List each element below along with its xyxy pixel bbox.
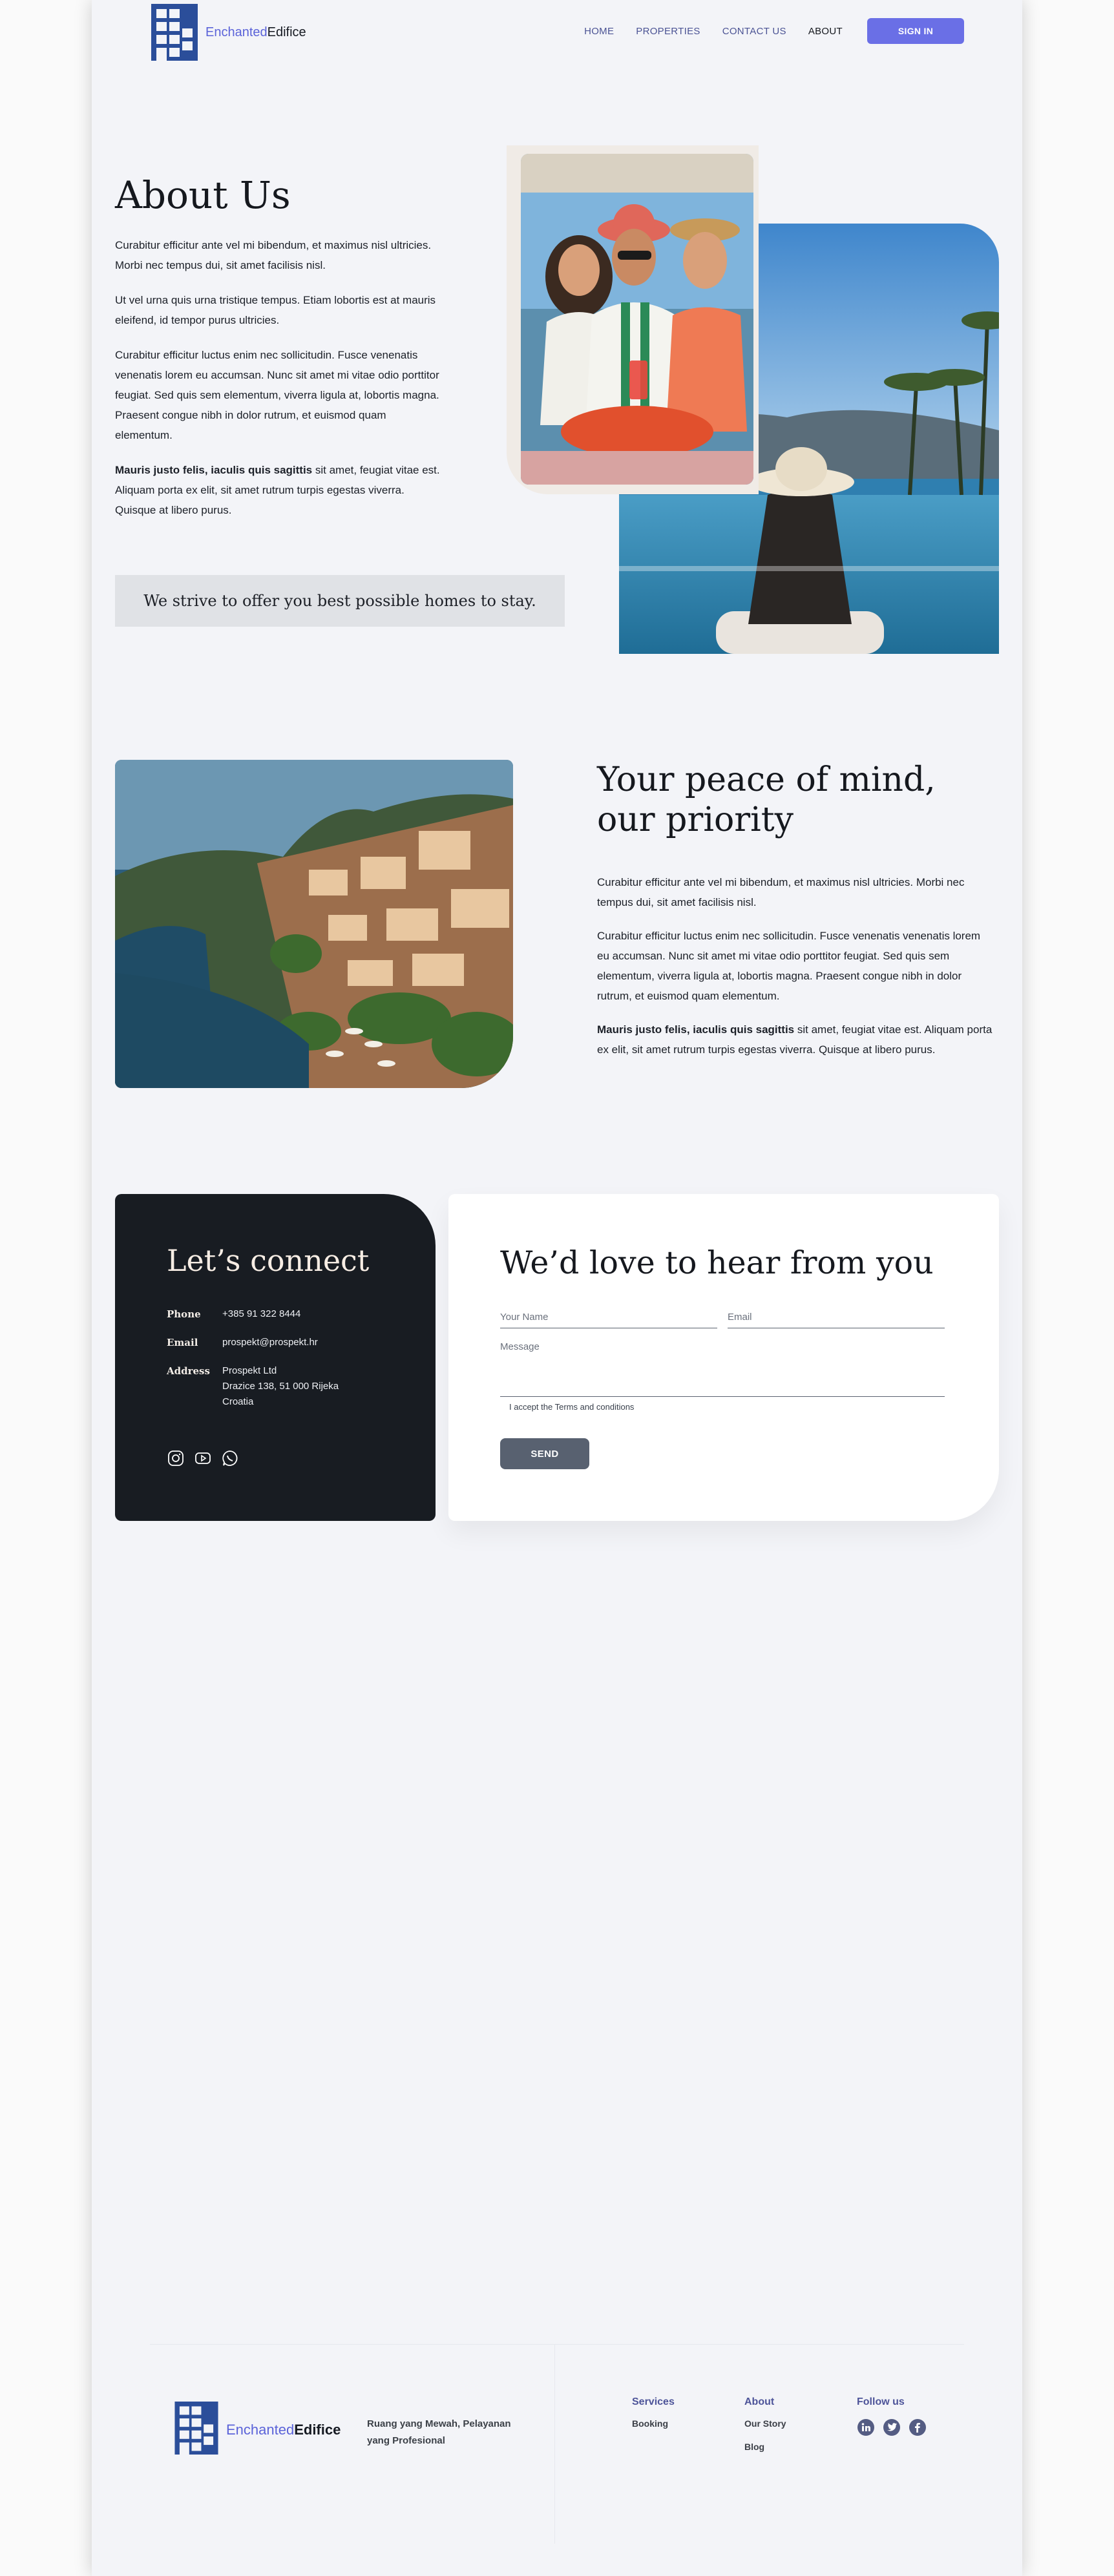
- peace-title-line1: Your peace of mind,: [597, 760, 936, 799]
- peace-paragraph-2: Curabitur efficitur luctus enim nec soll…: [597, 930, 981, 1002]
- footer: EnchantedEdifice Ruang yang Mewah, Pelay…: [150, 2344, 964, 2544]
- footer-link-booking[interactable]: Booking: [632, 2418, 675, 2429]
- phone-row: Phone +385 91 322 8444: [167, 1306, 300, 1322]
- footer-follow-heading: Follow us: [857, 2396, 905, 2407]
- form-title: We’d love to hear from you: [500, 1244, 934, 1281]
- footer-divider: [554, 2345, 555, 2544]
- brand-name-part1: Enchanted: [205, 25, 268, 39]
- peace-title: Your peace of mind, our priority: [597, 760, 1011, 840]
- footer-logo[interactable]: EnchantedEdifice: [173, 2402, 341, 2458]
- address-value: Prospekt Ltd Drazice 138, 51 000 Rijeka …: [222, 1363, 339, 1410]
- footer-about: About Our Story Blog: [744, 2396, 786, 2465]
- contact-card: Let’s connect Phone +385 91 322 8444 Ema…: [115, 1194, 436, 1521]
- peace-paragraph-3: Mauris justo felis, iaculis quis sagitti…: [597, 1020, 993, 1060]
- email-value[interactable]: prospekt@prospekt.hr: [222, 1335, 318, 1350]
- nav-contact-us[interactable]: CONTACT US: [722, 26, 786, 37]
- peace-paragraph-1: Curabitur efficitur ante vel mi bibendum…: [597, 876, 965, 908]
- address-label: Address: [167, 1365, 210, 1377]
- address-line1: Prospekt Ltd: [222, 1365, 277, 1376]
- footer-socials: [857, 2418, 934, 2440]
- building-logo-icon: [150, 4, 199, 61]
- terms-label: I accept the Terms and conditions: [509, 1402, 635, 1412]
- address-row: Address Prospekt Ltd Drazice 138, 51 000…: [167, 1363, 339, 1410]
- about-title: About Us: [115, 173, 291, 217]
- building-logo-icon: [173, 2402, 220, 2458]
- footer-services: Services Booking: [632, 2396, 675, 2442]
- mission-banner: We strive to offer you best possible hom…: [115, 575, 565, 627]
- brand-logo[interactable]: EnchantedEdifice: [150, 4, 306, 61]
- twitter-icon[interactable]: [883, 2418, 901, 2440]
- peace-title-line2: our priority: [597, 801, 794, 839]
- email-row: Email prospekt@prospekt.hr: [167, 1335, 318, 1350]
- about-paragraph-3: Curabitur efficitur luctus enim nec soll…: [115, 349, 439, 441]
- phone-label: Phone: [167, 1308, 201, 1320]
- send-button[interactable]: SEND: [500, 1438, 589, 1469]
- phone-value[interactable]: +385 91 322 8444: [222, 1306, 300, 1322]
- email-label: Email: [167, 1337, 198, 1348]
- main-menu: HOME PROPERTIES CONTACT US ABOUT SIGN IN: [562, 18, 964, 44]
- youtube-icon[interactable]: [194, 1449, 212, 1471]
- instagram-icon[interactable]: [167, 1449, 185, 1471]
- nav-home[interactable]: HOME: [584, 26, 614, 37]
- brand-name: EnchantedEdifice: [205, 25, 306, 40]
- about-paragraph-4-bold: Mauris justo felis, iaculis quis sagitti…: [115, 464, 313, 476]
- footer-brand-part1: Enchanted: [226, 2421, 295, 2438]
- about-paragraph-2: Ut vel urna quis urna tristique tempus. …: [115, 294, 436, 326]
- footer-services-heading: Services: [632, 2396, 675, 2407]
- footer-brand-part2: Edifice: [294, 2421, 341, 2438]
- footer-tagline: Ruang yang Mewah, Pelayanan yang Profesi…: [367, 2418, 511, 2446]
- peace-paragraph-3-bold: Mauris justo felis, iaculis quis sagitti…: [597, 1023, 795, 1036]
- footer-about-heading: About: [744, 2396, 775, 2407]
- contact-socials: [167, 1449, 248, 1471]
- sign-in-button[interactable]: SIGN IN: [867, 18, 964, 44]
- brand-name-part2: Edifice: [267, 25, 306, 39]
- connect-title: Let’s connect: [167, 1243, 370, 1278]
- nav-about[interactable]: ABOUT: [808, 26, 843, 37]
- facebook-icon[interactable]: [909, 2418, 927, 2440]
- friends-photo: [521, 154, 753, 485]
- address-line3: Croatia: [222, 1396, 254, 1407]
- address-line2: Drazice 138, 51 000 Rijeka: [222, 1381, 339, 1392]
- footer-brand-name: EnchantedEdifice: [226, 2422, 341, 2438]
- message-input[interactable]: [500, 1341, 945, 1397]
- footer-link-our-story[interactable]: Our Story: [744, 2418, 786, 2429]
- nav-properties[interactable]: PROPERTIES: [636, 26, 700, 37]
- footer-follow: Follow us: [857, 2396, 934, 2440]
- coastal-village-photo: [115, 760, 513, 1088]
- whatsapp-icon[interactable]: [221, 1449, 239, 1471]
- peace-text: Curabitur efficitur ante vel mi bibendum…: [597, 872, 993, 1073]
- about-text: Curabitur efficitur ante vel mi bibendum…: [115, 235, 445, 535]
- about-paragraph-1: Curabitur efficitur ante vel mi bibendum…: [115, 239, 432, 271]
- page: EnchantedEdifice HOME PROPERTIES CONTACT…: [92, 0, 1022, 2576]
- contact-form-card: We’d love to hear from you I accept the …: [448, 1194, 999, 1521]
- terms-row: I accept the Terms and conditions: [509, 1402, 634, 1412]
- footer-link-blog[interactable]: Blog: [744, 2442, 786, 2452]
- linkedin-icon[interactable]: [857, 2418, 875, 2440]
- email-input[interactable]: [728, 1306, 945, 1328]
- top-nav: EnchantedEdifice HOME PROPERTIES CONTACT…: [92, 0, 1022, 65]
- name-input[interactable]: [500, 1306, 717, 1328]
- about-paragraph-4: Mauris justo felis, iaculis quis sagitti…: [115, 460, 445, 520]
